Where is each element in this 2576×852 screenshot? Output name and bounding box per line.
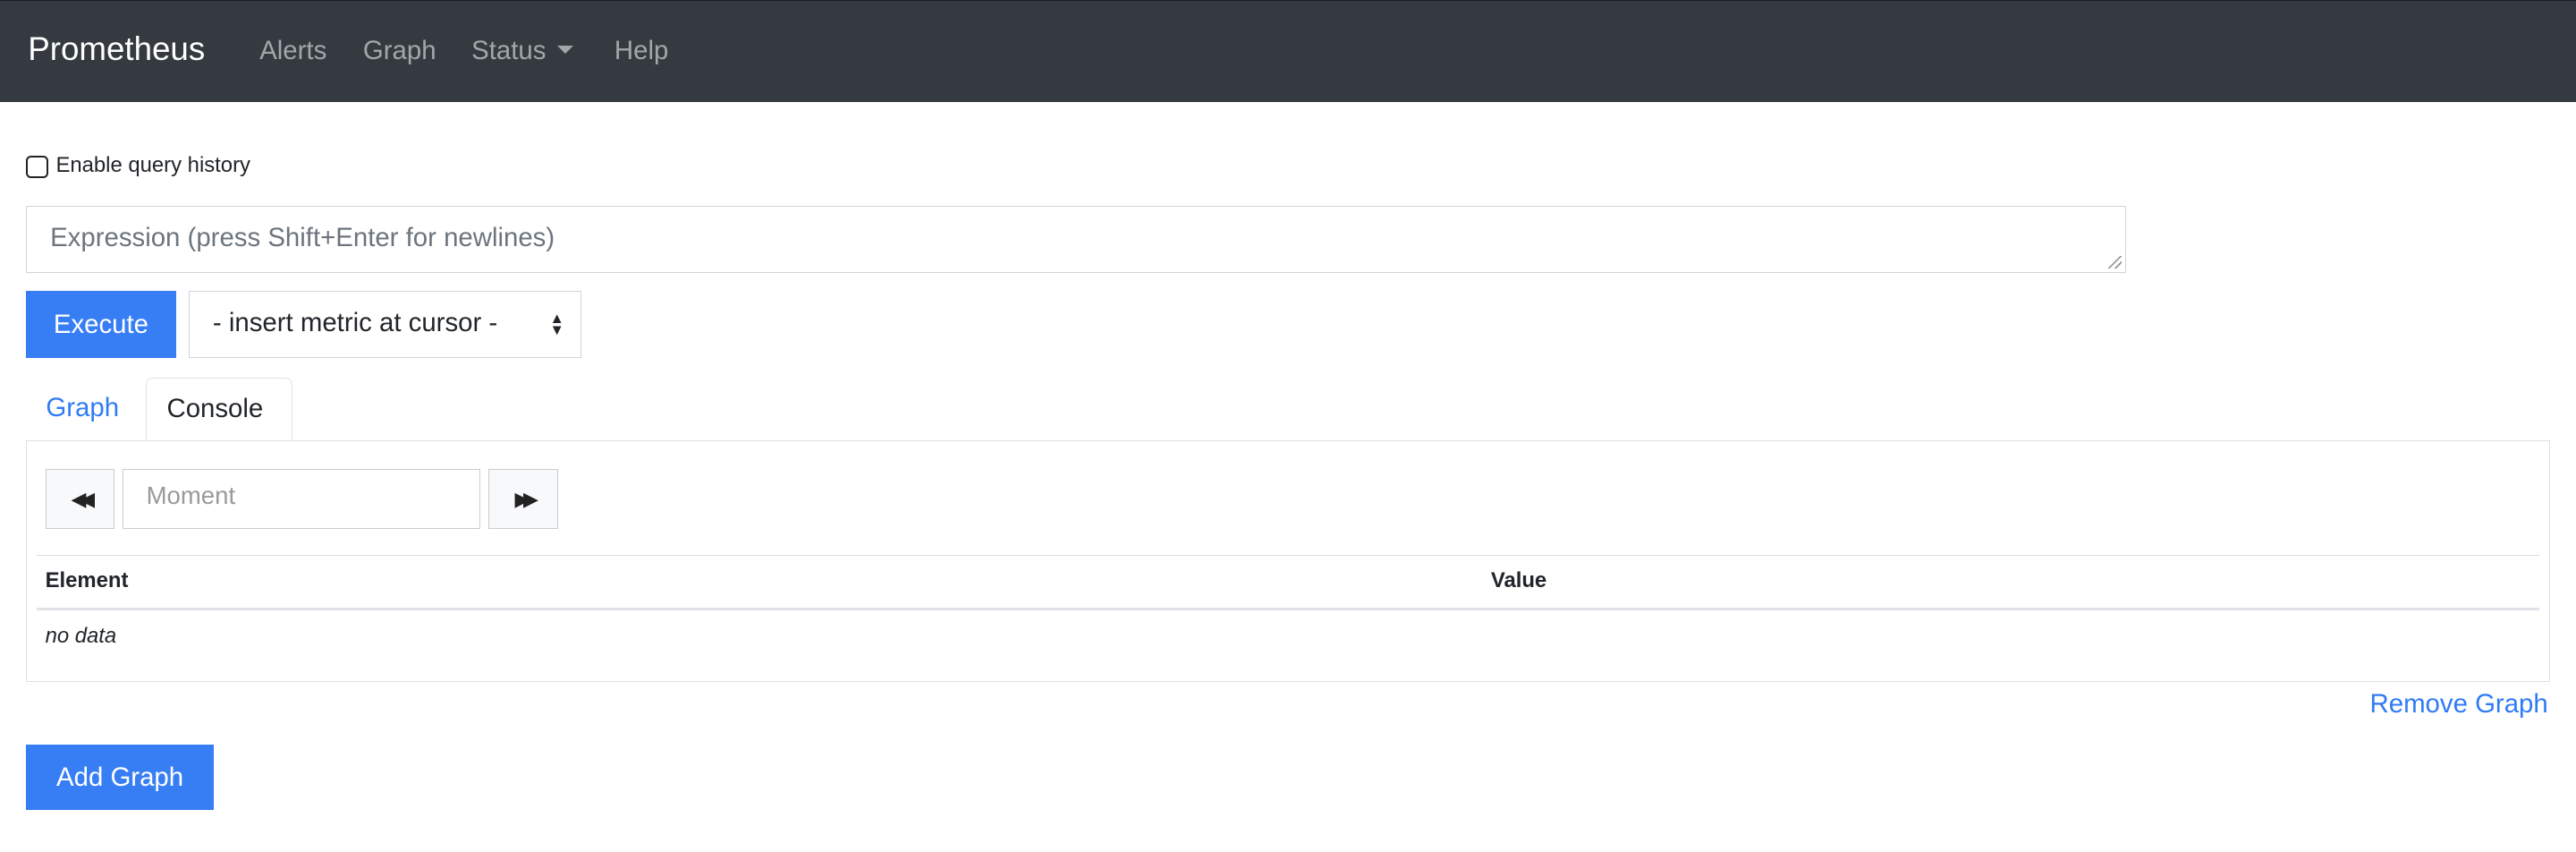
caret-down-icon	[557, 46, 574, 54]
moment-back-button[interactable]: ◀◀	[45, 469, 114, 529]
expression-input[interactable]: Expression (press Shift+Enter for newlin…	[26, 205, 2126, 273]
moment-placeholder: Moment	[146, 481, 236, 510]
forward-icon: ▶▶	[514, 487, 538, 510]
backward-icon: ◀◀	[71, 487, 96, 510]
metric-select-value: - insert metric at cursor -	[212, 308, 498, 338]
nav-help[interactable]: Help	[614, 36, 668, 66]
metric-select[interactable]: - insert metric at cursor - ▲ ▼	[189, 291, 582, 359]
nav-graph[interactable]: Graph	[363, 36, 436, 66]
tab-console[interactable]: Console	[146, 378, 292, 441]
console-panel: ◀◀ Moment ▶▶ Element Value no data	[26, 440, 2550, 683]
column-header-value: Value	[1490, 567, 1547, 592]
brand-link[interactable]: Prometheus	[28, 30, 205, 68]
nav-alerts[interactable]: Alerts	[259, 36, 326, 66]
add-graph-button[interactable]: Add Graph	[26, 745, 214, 811]
expression-placeholder: Expression (press Shift+Enter for newlin…	[50, 222, 555, 252]
nav-status-label: Status	[471, 35, 547, 65]
select-arrows-icon: ▲ ▼	[549, 309, 564, 338]
query-history-label[interactable]: Enable query history	[55, 153, 250, 178]
execute-button[interactable]: Execute	[26, 291, 176, 359]
moment-forward-button[interactable]: ▶▶	[488, 469, 558, 529]
tab-graph[interactable]: Graph	[26, 378, 139, 440]
no-data-text: no data	[45, 624, 117, 649]
table-divider	[37, 554, 2539, 556]
navbar: Prometheus Alerts Graph Status Help	[0, 0, 2576, 102]
nav-status-dropdown[interactable]: Status	[471, 35, 574, 66]
remove-graph-link[interactable]: Remove Graph	[2370, 689, 2548, 720]
column-header-element: Element	[45, 567, 129, 592]
query-history-checkbox[interactable]	[26, 156, 48, 178]
moment-input[interactable]: Moment	[122, 469, 481, 529]
resize-handle-icon[interactable]	[2108, 255, 2122, 269]
table-header-divider	[37, 607, 2539, 610]
